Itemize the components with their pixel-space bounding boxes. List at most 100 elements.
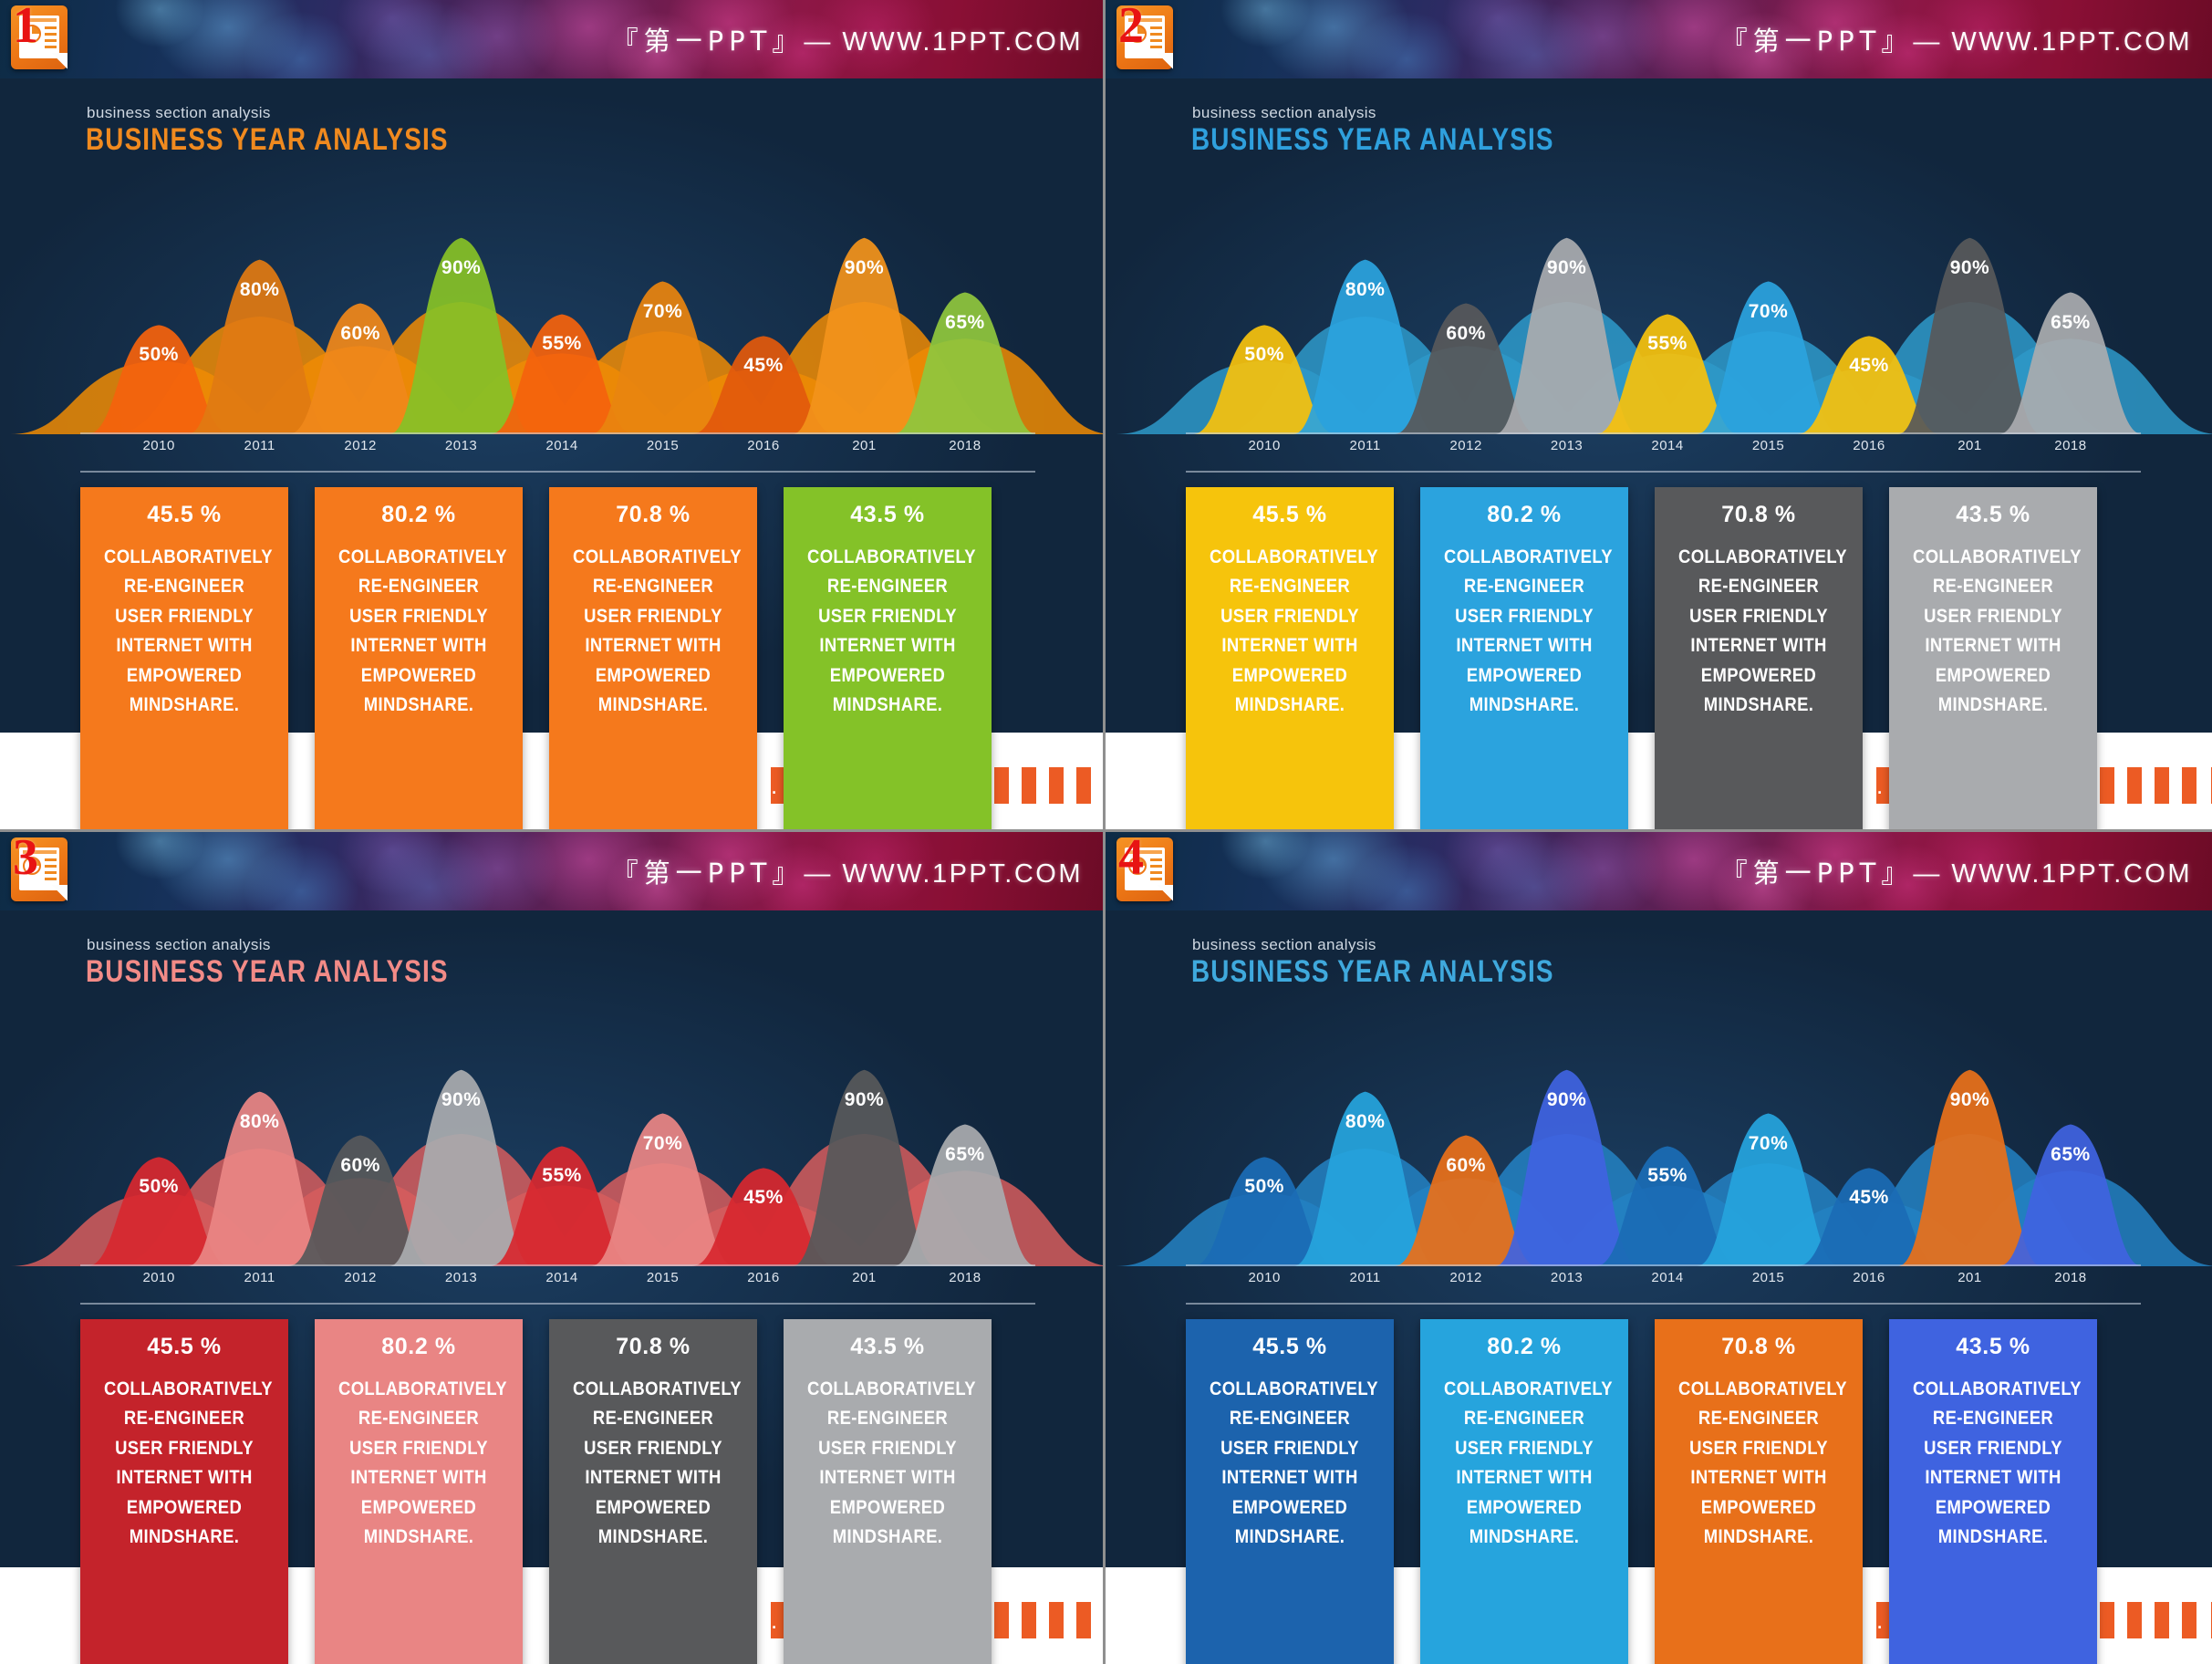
stat-card-value: 70.8 % — [1721, 502, 1796, 527]
stat-card[interactable]: 43.5 % COLLABORATIVELY RE-ENGINEER USER … — [1889, 1319, 2097, 1664]
slide-number-badge: 4 — [1118, 832, 1144, 886]
stat-card[interactable]: 45.5 % COLLABORATIVELY RE-ENGINEER USER … — [80, 487, 288, 829]
slide-body: business section analysis BUSINESS YEAR … — [1106, 78, 2212, 829]
icon-line — [45, 26, 57, 29]
x-axis-tick: 2016 — [1853, 438, 1885, 453]
chart-axis-line-bottom — [1186, 1303, 2141, 1305]
slide-3: 『第一PPT』— WWW.1PPT.COM 3 business section… — [0, 832, 1106, 1664]
year-analysis-chart: 2010 2011 2012 2013 2014 2015 2016 201 2018 — [10, 1029, 1103, 1305]
stat-card-description: COLLABORATIVELY RE-ENGINEER USER FRIENDL… — [1444, 1378, 1613, 1548]
x-axis-tick: 2014 — [1651, 1270, 1684, 1285]
stat-card[interactable]: 45.5 % COLLABORATIVELY RE-ENGINEER USER … — [1186, 1319, 1394, 1664]
stat-card-value: 80.2 % — [1487, 1334, 1562, 1359]
stat-card[interactable]: 45.5 % COLLABORATIVELY RE-ENGINEER USER … — [1186, 487, 1394, 829]
slide-eyebrow: business section analysis — [1192, 104, 1376, 121]
slide-header-banner: 『第一PPT』— WWW.1PPT.COM — [1106, 832, 2212, 910]
stat-card[interactable]: 70.8 % COLLABORATIVELY RE-ENGINEER USER … — [549, 1319, 757, 1664]
stat-card-value: 43.5 % — [1956, 502, 2030, 527]
powerpoint-file-icon: 3 — [11, 832, 68, 901]
stat-card-description: COLLABORATIVELY RE-ENGINEER USER FRIENDL… — [1913, 546, 2082, 716]
chart-axis-line-bottom — [80, 1303, 1035, 1305]
stat-card[interactable]: 70.8 % COLLABORATIVELY RE-ENGINEER USER … — [1655, 1319, 1863, 1664]
slide-4: 『第一PPT』— WWW.1PPT.COM 4 business section… — [1106, 832, 2212, 1664]
x-axis-tick: 2014 — [545, 1270, 578, 1285]
chart-axis-line-top — [80, 432, 1035, 434]
year-analysis-chart: 2010 2011 2012 2013 2014 2015 2016 201 2018 — [1116, 197, 2212, 473]
band-mask — [1091, 767, 1103, 804]
x-axis-tick-row: 2010 2011 2012 2013 2014 2015 2016 201 2018 — [1186, 1270, 2148, 1295]
slide-number-badge: 3 — [13, 832, 38, 886]
header-dash: — — [1913, 27, 1942, 57]
stat-card-description: COLLABORATIVELY RE-ENGINEER USER FRIENDL… — [104, 546, 273, 716]
stat-card-description: COLLABORATIVELY RE-ENGINEER USER FRIENDL… — [338, 1378, 507, 1548]
stat-card-value: 70.8 % — [616, 1334, 691, 1359]
stat-card-row: 45.5 % COLLABORATIVELY RE-ENGINEER USER … — [80, 1319, 1066, 1664]
stat-card-description: COLLABORATIVELY RE-ENGINEER USER FRIENDL… — [807, 1378, 976, 1548]
chart-peaks-svg — [1116, 1069, 2212, 1266]
folded-corner-icon — [1157, 885, 1173, 901]
chart-axis-line-top — [1186, 1264, 2141, 1266]
band-mask — [2196, 1602, 2211, 1638]
slide-header-banner: 『第一PPT』— WWW.1PPT.COM — [0, 832, 1103, 910]
slide-2: 『第一PPT』— WWW.1PPT.COM 2 business section… — [1106, 0, 2212, 832]
stat-card-value: 80.2 % — [381, 502, 456, 527]
folded-corner-icon — [51, 53, 68, 69]
stat-card-value: 43.5 % — [1956, 1334, 2030, 1359]
stat-card-value: 43.5 % — [850, 1334, 925, 1359]
stat-card[interactable]: 80.2 % COLLABORATIVELY RE-ENGINEER USER … — [315, 487, 523, 829]
header-dash: — — [804, 859, 833, 889]
stat-card[interactable]: 45.5 % COLLABORATIVELY RE-ENGINEER USER … — [80, 1319, 288, 1664]
x-axis-tick: 2011 — [1349, 438, 1381, 453]
x-axis-tick: 201 — [1958, 1270, 1982, 1285]
x-axis-tick: 2010 — [1248, 1270, 1281, 1285]
slide-header-banner: 『第一PPT』— WWW.1PPT.COM — [0, 0, 1103, 78]
x-axis-tick: 201 — [852, 438, 877, 453]
folded-corner-icon — [1157, 53, 1173, 69]
x-axis-tick: 2016 — [747, 438, 780, 453]
icon-line — [1150, 858, 1162, 861]
header-watermark-text: 『第一PPT』— WWW.1PPT.COM — [1721, 852, 2192, 890]
slide-eyebrow: business section analysis — [1192, 936, 1376, 953]
stat-card-value: 80.2 % — [381, 1334, 456, 1359]
stat-card[interactable]: 80.2 % COLLABORATIVELY RE-ENGINEER USER … — [315, 1319, 523, 1664]
x-axis-tick: 2018 — [949, 1270, 981, 1285]
stat-card-description: COLLABORATIVELY RE-ENGINEER USER FRIENDL… — [573, 546, 742, 716]
slide-eyebrow: business section analysis — [87, 936, 271, 953]
x-axis-tick: 2012 — [344, 438, 377, 453]
stat-card-value: 43.5 % — [850, 502, 925, 527]
x-axis-tick: 2011 — [1349, 1270, 1381, 1285]
header-brand-cjk: 『第一PPT』 — [611, 858, 805, 889]
stat-card-value: 80.2 % — [1487, 502, 1562, 527]
icon-line — [1150, 865, 1162, 868]
slide-title: BUSINESS YEAR ANALYSIS — [1191, 122, 1554, 157]
x-axis-tick-row: 2010 2011 2012 2013 2014 2015 2016 201 2018 — [80, 438, 1043, 463]
stat-card[interactable]: 80.2 % COLLABORATIVELY RE-ENGINEER USER … — [1420, 1319, 1628, 1664]
slide-grid: 『第一PPT』— WWW.1PPT.COM 1 business section… — [0, 0, 2212, 1664]
x-axis-tick: 2013 — [1550, 1270, 1584, 1285]
stat-card[interactable]: 43.5 % COLLABORATIVELY RE-ENGINEER USER … — [784, 487, 992, 829]
header-watermark-text: 『第一PPT』— WWW.1PPT.COM — [1721, 20, 2192, 58]
icon-line — [1150, 871, 1162, 874]
x-axis-tick: 2016 — [1853, 1270, 1885, 1285]
folded-corner-icon — [51, 885, 68, 901]
slide-body: business section analysis BUSINESS YEAR … — [0, 910, 1103, 1664]
x-axis-tick: 2016 — [747, 1270, 780, 1285]
x-axis-tick: 2010 — [142, 1270, 175, 1285]
stat-card-description: COLLABORATIVELY RE-ENGINEER USER FRIENDL… — [338, 546, 507, 716]
stat-card[interactable]: 43.5 % COLLABORATIVELY RE-ENGINEER USER … — [1889, 487, 2097, 829]
stat-card[interactable]: 70.8 % COLLABORATIVELY RE-ENGINEER USER … — [1655, 487, 1863, 829]
stat-card[interactable]: 43.5 % COLLABORATIVELY RE-ENGINEER USER … — [784, 1319, 992, 1664]
powerpoint-file-icon: 4 — [1116, 832, 1173, 901]
stat-card-value: 70.8 % — [616, 502, 691, 527]
band-mask — [2196, 767, 2211, 804]
stat-card[interactable]: 70.8 % COLLABORATIVELY RE-ENGINEER USER … — [549, 487, 757, 829]
chart-axis-line-top — [1186, 432, 2141, 434]
x-axis-tick: 2012 — [1449, 438, 1482, 453]
stat-card-value: 45.5 % — [1252, 502, 1327, 527]
icon-line — [45, 39, 57, 42]
header-site-url: WWW.1PPT.COM — [842, 27, 1083, 57]
stat-card[interactable]: 80.2 % COLLABORATIVELY RE-ENGINEER USER … — [1420, 487, 1628, 829]
stat-card-description: COLLABORATIVELY RE-ENGINEER USER FRIENDL… — [1678, 1378, 1847, 1548]
header-dash: — — [804, 27, 833, 57]
x-axis-tick: 2018 — [2054, 1270, 2087, 1285]
